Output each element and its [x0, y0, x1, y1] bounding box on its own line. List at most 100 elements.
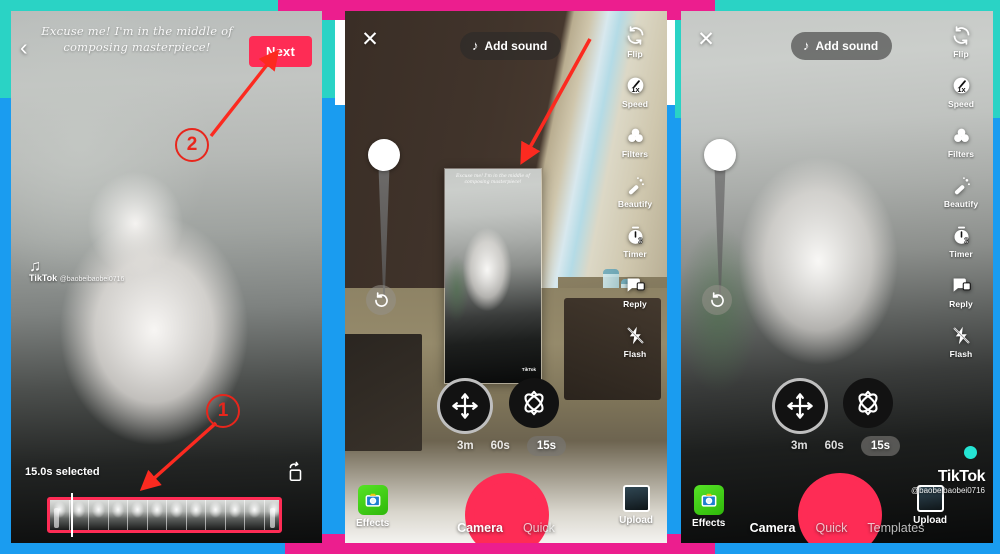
- panel1-screen: ‹ Excuse me! I'm in the middle of compos…: [11, 11, 322, 543]
- duration-option-15s[interactable]: 15s: [526, 436, 566, 456]
- rail-label-speed: Speed: [621, 99, 648, 109]
- ar-video-preview[interactable]: Excuse me! I'm in the middle of composin…: [444, 168, 542, 384]
- rail-label-beautify: Beautify: [617, 199, 653, 209]
- tiktok-note-icon: ♫: [29, 258, 41, 275]
- rail-label-reply: Reply: [623, 299, 647, 309]
- zoom-slider-track: [378, 153, 390, 299]
- mode-camera[interactable]: Camera: [457, 521, 503, 535]
- trim-handle-right[interactable]: [270, 508, 275, 528]
- rail-item-timer[interactable]: 3 Timer: [938, 223, 984, 259]
- flash-off-icon: [949, 323, 973, 347]
- watermark-brand: TikTok: [937, 468, 986, 485]
- rail-label-timer: Timer: [623, 249, 647, 259]
- svg-text:1x: 1x: [957, 85, 966, 94]
- duration-option-3m[interactable]: 3m: [457, 440, 474, 452]
- filmstrip-frame: [108, 500, 128, 530]
- filmstrip-frame: [245, 500, 265, 530]
- filmstrip-frame: [147, 500, 167, 530]
- video-timeline-filmstrip[interactable]: [47, 497, 282, 533]
- reset-rotate-icon[interactable]: [366, 285, 396, 315]
- filmstrip-frame: [50, 500, 70, 530]
- rail-item-beautify[interactable]: Beautify: [612, 173, 658, 209]
- filmstrip-frame: [225, 500, 245, 530]
- duration-selector[interactable]: 3m 60s 15s: [791, 436, 900, 456]
- effects-icon: [357, 485, 388, 515]
- rail-item-speed[interactable]: 1x Speed: [938, 73, 984, 109]
- filmstrip-frame: [186, 500, 206, 530]
- rail-label-flip: Flip: [953, 49, 969, 59]
- trim-handle-left[interactable]: [54, 508, 59, 528]
- reply-icon: [623, 273, 647, 297]
- duration-selector[interactable]: 3m 60s 15s: [457, 436, 566, 456]
- screenshot-root: ‹ Excuse me! I'm in the middle of compos…: [0, 0, 1000, 554]
- ar-preview-watermark: TikTok: [522, 367, 536, 373]
- filters-circles-icon: [949, 123, 973, 147]
- ar-preview-watermark-brand: TikTok: [521, 367, 536, 372]
- svg-text:1x: 1x: [631, 85, 640, 94]
- rail-label-filters: Filters: [621, 149, 649, 159]
- add-sound-label: Add sound: [815, 38, 879, 53]
- speed-1x-icon: 1x: [623, 73, 647, 97]
- close-icon[interactable]: ✕: [695, 29, 717, 51]
- rail-item-beautify[interactable]: Beautify: [938, 173, 984, 209]
- add-sound-button[interactable]: ♪ Add sound: [791, 32, 893, 60]
- ar-move-button[interactable]: [772, 378, 828, 434]
- panel2-screen: Excuse me! I'm in the middle of composin…: [345, 11, 667, 543]
- music-note-icon: ♪: [472, 38, 479, 53]
- rail-item-reply[interactable]: Reply: [612, 273, 658, 309]
- mode-quick[interactable]: Quick: [815, 521, 847, 535]
- filters-circles-icon: [623, 123, 647, 147]
- upload-thumbnail-icon: [622, 485, 650, 512]
- duration-option-15s[interactable]: 15s: [860, 436, 900, 456]
- zoom-slider[interactable]: [364, 139, 404, 299]
- effects-icon: [693, 485, 724, 515]
- timeline-playhead[interactable]: [71, 493, 73, 537]
- rail-item-flip[interactable]: Flip: [612, 23, 658, 59]
- rail-label-reply: Reply: [949, 299, 973, 309]
- ar-rotate-button[interactable]: [509, 378, 559, 428]
- timer-3-icon: 3: [623, 223, 647, 247]
- selection-duration-label: 15.0s selected: [25, 466, 100, 478]
- rail-item-timer[interactable]: 3 Timer: [612, 223, 658, 259]
- rotate-crop-icon[interactable]: [284, 461, 306, 483]
- rail-label-beautify: Beautify: [943, 199, 979, 209]
- mode-quick[interactable]: Quick: [523, 521, 555, 535]
- upload-button[interactable]: Upload: [619, 485, 653, 526]
- rail-label-filters: Filters: [947, 149, 975, 159]
- rail-item-flash[interactable]: Flash: [612, 323, 658, 359]
- duration-option-60s[interactable]: 60s: [825, 440, 844, 452]
- rail-item-flip[interactable]: Flip: [938, 23, 984, 59]
- filmstrip-frame: [167, 500, 187, 530]
- mode-templates[interactable]: Templates: [867, 521, 924, 535]
- camera-tools-rail: Flip 1x Speed Filters Beautify 3 Timer R…: [612, 23, 658, 359]
- reply-icon: [949, 273, 973, 297]
- music-note-icon: ♪: [803, 38, 810, 53]
- reset-rotate-icon[interactable]: [702, 285, 732, 315]
- flip-camera-icon: [949, 23, 973, 47]
- beautify-wand-icon: [949, 173, 973, 197]
- zoom-slider[interactable]: [700, 139, 740, 299]
- rail-item-filters[interactable]: Filters: [938, 123, 984, 159]
- close-icon[interactable]: ✕: [359, 29, 381, 51]
- rail-item-reply[interactable]: Reply: [938, 273, 984, 309]
- rail-item-speed[interactable]: 1x Speed: [612, 73, 658, 109]
- panel3-screen: ✕ ♪ Add sound Flip 1x Speed Filters Beau…: [681, 11, 993, 543]
- annotation-marker-1: 1: [206, 394, 240, 428]
- watermark-brand: TikTok: [29, 273, 58, 283]
- zoom-slider-handle[interactable]: [704, 139, 736, 171]
- rail-item-filters[interactable]: Filters: [612, 123, 658, 159]
- add-sound-button[interactable]: ♪ Add sound: [460, 32, 562, 60]
- duration-option-60s[interactable]: 60s: [491, 440, 510, 452]
- panel-camera-ar-scaled: ✕ ♪ Add sound Flip 1x Speed Filters Beau…: [681, 11, 993, 543]
- ar-rotate-button[interactable]: [843, 378, 893, 428]
- zoom-slider-handle[interactable]: [368, 139, 400, 171]
- timer-3-icon: 3: [949, 223, 973, 247]
- panel-camera-ar-placement: Excuse me! I'm in the middle of composin…: [345, 11, 667, 543]
- rail-item-flash[interactable]: Flash: [938, 323, 984, 359]
- next-button[interactable]: Next: [249, 36, 312, 67]
- mode-camera[interactable]: Camera: [750, 521, 796, 535]
- ar-move-button[interactable]: [437, 378, 493, 434]
- rail-label-flip: Flip: [627, 49, 643, 59]
- duration-option-3m[interactable]: 3m: [791, 440, 808, 452]
- filmstrip-frame: [206, 500, 226, 530]
